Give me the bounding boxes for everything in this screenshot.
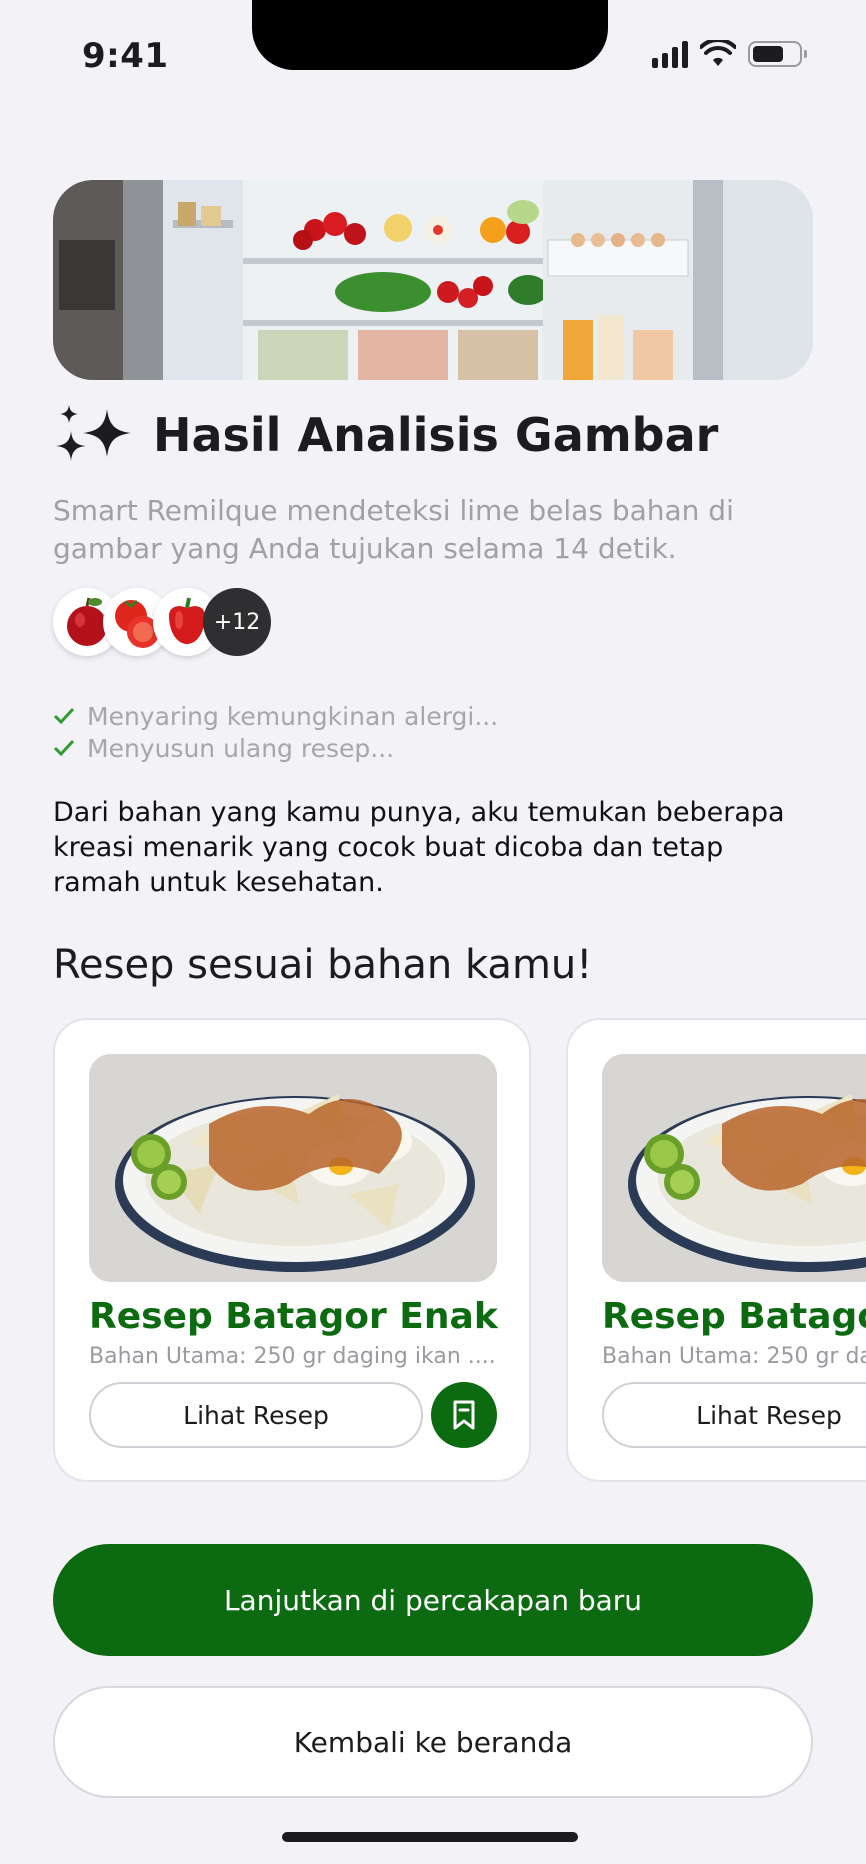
step-label: Menyusun ulang resep... bbox=[87, 733, 395, 763]
more-ingredients-badge[interactable]: +12 bbox=[203, 588, 271, 656]
recipe-card[interactable]: Resep Batagor Enak Bahan Utama: 250 gr d… bbox=[53, 1018, 531, 1482]
recipe-title: Resep Batagor Enak bbox=[89, 1296, 498, 1337]
cellular-signal-icon bbox=[652, 40, 688, 68]
home-indicator[interactable] bbox=[282, 1832, 578, 1842]
continue-new-chat-button[interactable]: Lanjutkan di percakapan baru bbox=[53, 1544, 813, 1656]
sparkles-icon bbox=[56, 405, 131, 461]
view-recipe-button[interactable]: Lihat Resep bbox=[602, 1382, 866, 1448]
analyzed-image bbox=[53, 180, 813, 380]
status-bar: 9:41 bbox=[0, 0, 866, 110]
battery-icon bbox=[748, 41, 807, 67]
analysis-subtitle: Smart Remilque mendeteksi lime belas bah… bbox=[53, 494, 734, 565]
device-notch bbox=[252, 0, 608, 70]
analysis-steps: Menyaring kemungkinan alergi... Menyusun… bbox=[53, 700, 498, 764]
step-label: Menyaring kemungkinan alergi... bbox=[87, 701, 499, 731]
page-title: Hasil Analisis Gambar bbox=[153, 408, 719, 462]
back-home-button[interactable]: Kembali ke beranda bbox=[53, 1686, 813, 1798]
recipe-image bbox=[89, 1054, 497, 1282]
recipe-image bbox=[602, 1054, 866, 1282]
analysis-header: Hasil Analisis Gambar bbox=[53, 405, 718, 465]
status-icons bbox=[652, 40, 807, 68]
step-item: Menyusun ulang resep... bbox=[53, 732, 498, 764]
recipe-carousel[interactable]: Resep Batagor Enak Bahan Utama: 250 gr d… bbox=[53, 1018, 866, 1484]
battery-level bbox=[753, 46, 783, 62]
view-recipe-button[interactable]: Lihat Resep bbox=[89, 1382, 423, 1448]
assistant-message: Dari bahan yang kamu punya, aku temukan … bbox=[53, 797, 785, 898]
check-icon bbox=[53, 707, 75, 725]
step-item: Menyaring kemungkinan alergi... bbox=[53, 700, 498, 732]
bookmark-button[interactable] bbox=[431, 1382, 497, 1448]
recipe-description: Bahan Utama: 250 gr daging ikan .... bbox=[602, 1344, 866, 1369]
check-icon bbox=[53, 739, 75, 757]
wifi-icon bbox=[700, 40, 736, 66]
bookmark-icon bbox=[453, 1400, 475, 1430]
recipe-description: Bahan Utama: 250 gr daging ikan .... bbox=[89, 1344, 496, 1369]
recipe-title: Resep Batagor Enak bbox=[602, 1296, 866, 1337]
recipes-section-title: Resep sesuai bahan kamu! bbox=[53, 942, 593, 988]
recipe-card[interactable]: Resep Batagor Enak Bahan Utama: 250 gr d… bbox=[566, 1018, 866, 1482]
status-time: 9:41 bbox=[82, 36, 169, 76]
